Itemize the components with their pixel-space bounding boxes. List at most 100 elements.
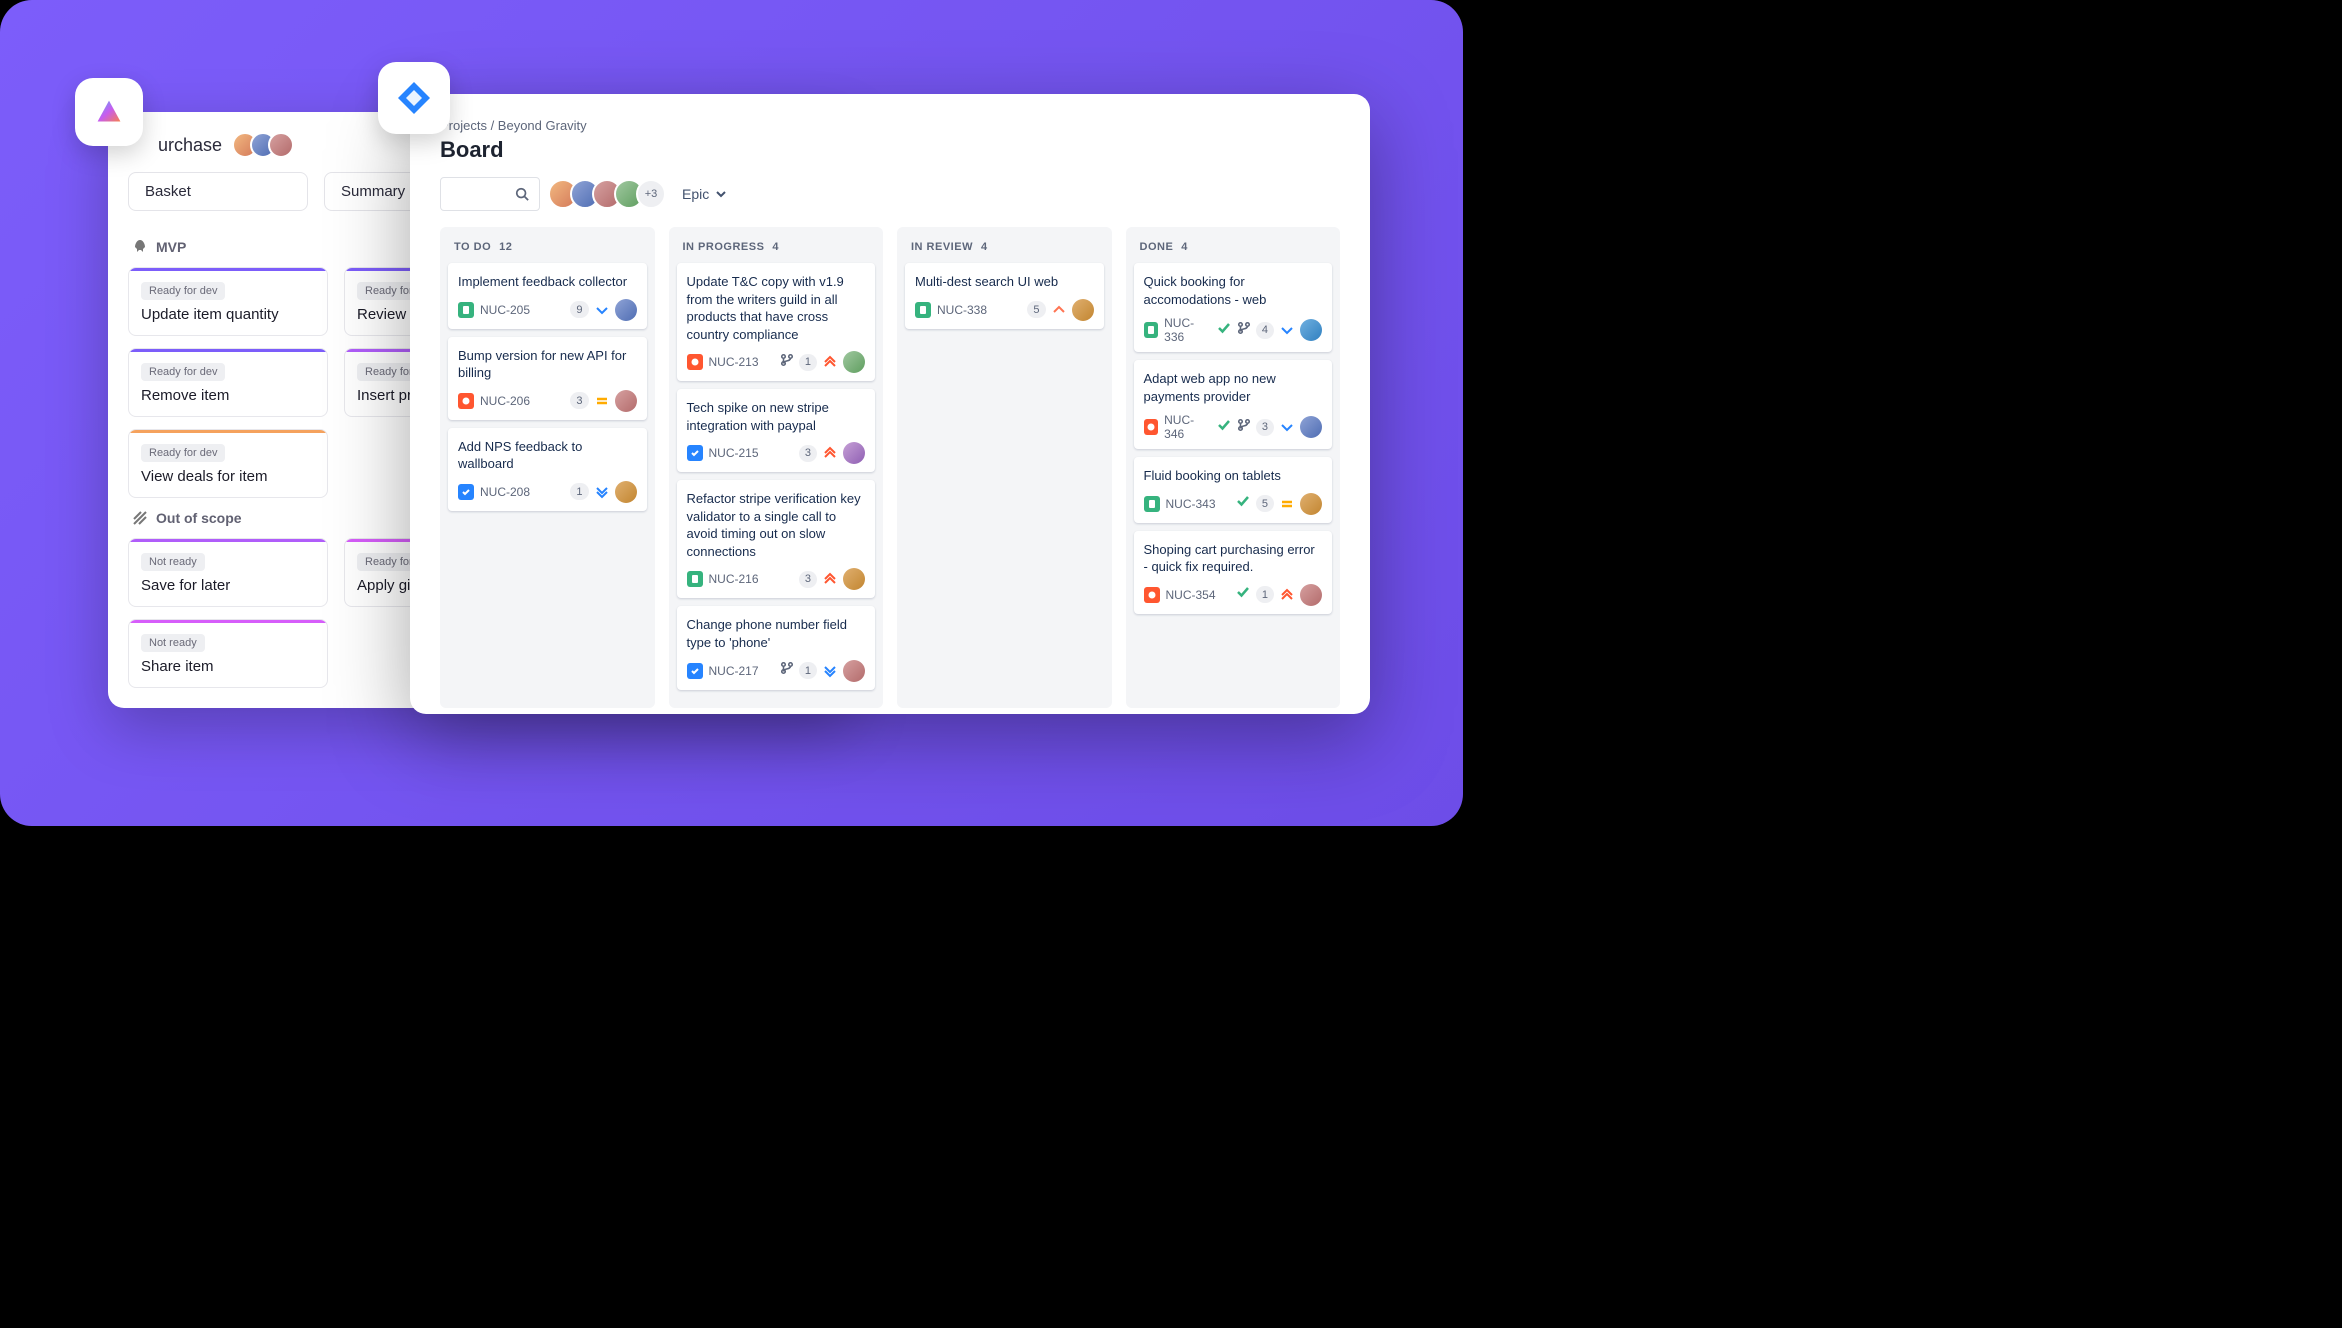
left-avatar-group [240, 132, 294, 158]
column-name: IN PROGRESS [683, 241, 765, 253]
issue-card[interactable]: Update T&C copy with v1.9 from the write… [677, 263, 876, 381]
issue-type-icon [687, 663, 703, 679]
issue-card[interactable]: Quick booking for accomodations - web NU… [1134, 263, 1333, 352]
estimate-badge: 1 [1256, 586, 1274, 603]
issue-key[interactable]: NUC-208 [480, 485, 530, 499]
priority-icon [1051, 302, 1067, 318]
issue-key[interactable]: NUC-354 [1166, 588, 1216, 602]
assignee-avatar[interactable] [1300, 416, 1322, 438]
feature-card[interactable]: Not ready Share item [128, 619, 328, 688]
assignee-avatar[interactable] [1072, 299, 1094, 321]
issue-card[interactable]: Multi-dest search UI web NUC-338 5 [905, 263, 1104, 329]
jira-logo [378, 62, 450, 134]
issue-card[interactable]: Fluid booking on tablets NUC-343 5 [1134, 457, 1333, 523]
estimate-badge: 9 [570, 301, 588, 318]
page-title: Board [440, 137, 1340, 163]
issue-title: Shoping cart purchasing error - quick fi… [1144, 541, 1323, 576]
issue-key[interactable]: NUC-338 [937, 303, 987, 317]
feature-card[interactable]: Ready for dev Update item quantity [128, 267, 328, 336]
issue-type-icon [1144, 419, 1159, 435]
estimate-badge: 3 [570, 392, 588, 409]
board-column: DONE 4 Quick booking for accomodations -… [1126, 227, 1341, 708]
issue-card[interactable]: Tech spike on new stripe integration wit… [677, 389, 876, 472]
section-name: MVP [156, 239, 186, 255]
column-header: IN REVIEW 4 [905, 237, 1104, 263]
issue-key[interactable]: NUC-213 [709, 355, 759, 369]
avatar[interactable] [268, 132, 294, 158]
card-title: Save for later [141, 577, 315, 594]
issue-card[interactable]: Add NPS feedback to wallboard NUC-208 1 [448, 428, 647, 511]
card-title: Share item [141, 658, 315, 675]
issue-card[interactable]: Implement feedback collector NUC-205 9 [448, 263, 647, 329]
search-icon [515, 187, 529, 201]
priority-icon [594, 302, 610, 318]
issue-key[interactable]: NUC-206 [480, 394, 530, 408]
issue-title: Update T&C copy with v1.9 from the write… [687, 273, 866, 343]
issue-key[interactable]: NUC-205 [480, 303, 530, 317]
issue-key[interactable]: NUC-336 [1164, 316, 1210, 344]
issue-card[interactable]: Adapt web app no new payments provider N… [1134, 360, 1333, 449]
issue-card[interactable]: Refactor stripe verification key validat… [677, 480, 876, 598]
column-header: TO DO 12 [448, 237, 647, 263]
more-avatars-button[interactable]: +3 [636, 179, 666, 209]
assignee-avatar[interactable] [615, 390, 637, 412]
issue-card[interactable]: Shoping cart purchasing error - quick fi… [1134, 531, 1333, 614]
issue-key[interactable]: NUC-343 [1166, 497, 1216, 511]
estimate-badge: 3 [799, 571, 817, 588]
branch-icon [780, 661, 794, 680]
assignee-avatar[interactable] [1300, 319, 1322, 341]
issue-key[interactable]: NUC-346 [1164, 413, 1210, 441]
priority-icon [1279, 322, 1295, 338]
status-tag: Not ready [141, 634, 205, 652]
assignee-avatar[interactable] [1300, 493, 1322, 515]
issue-type-icon [687, 354, 703, 370]
assignee-avatar[interactable] [843, 351, 865, 373]
card-title: Remove item [141, 387, 315, 404]
epic-dropdown[interactable]: Epic [682, 186, 727, 202]
issue-key[interactable]: NUC-215 [709, 446, 759, 460]
issue-type-icon [458, 302, 474, 318]
section-name: Out of scope [156, 510, 242, 526]
assignee-avatar[interactable] [843, 568, 865, 590]
priority-icon [594, 484, 610, 500]
done-check-icon [1235, 584, 1251, 605]
epic-label: Epic [682, 186, 709, 202]
feature-card[interactable]: Ready for dev View deals for item [128, 429, 328, 498]
done-check-icon [1216, 320, 1232, 341]
issue-card[interactable]: Bump version for new API for billing NUC… [448, 337, 647, 420]
board-column: TO DO 12 Implement feedback collector NU… [440, 227, 655, 708]
feature-card[interactable]: Ready for dev Remove item [128, 348, 328, 417]
done-check-icon [1235, 493, 1251, 514]
assignee-avatar[interactable] [615, 299, 637, 321]
estimate-badge: 5 [1256, 495, 1274, 512]
priority-icon [594, 393, 610, 409]
search-input[interactable] [440, 177, 540, 211]
card-title: Update item quantity [141, 306, 315, 323]
assignee-avatar[interactable] [843, 660, 865, 682]
estimate-badge: 5 [1027, 301, 1045, 318]
board-avatar-group: +3 [556, 179, 666, 209]
estimate-badge: 3 [799, 445, 817, 462]
estimate-badge: 4 [1256, 322, 1274, 339]
issue-title: Change phone number field type to 'phone… [687, 616, 866, 651]
issue-card[interactable]: Change phone number field type to 'phone… [677, 606, 876, 689]
filter-basket[interactable]: Basket [128, 172, 308, 211]
breadcrumb[interactable]: Projects / Beyond Gravity [440, 118, 1340, 133]
assignee-avatar[interactable] [843, 442, 865, 464]
estimate-badge: 1 [570, 483, 588, 500]
priority-icon [822, 663, 838, 679]
board-column: IN REVIEW 4 Multi-dest search UI web NUC… [897, 227, 1112, 708]
issue-key[interactable]: NUC-216 [709, 572, 759, 586]
issue-key[interactable]: NUC-217 [709, 664, 759, 678]
feature-card[interactable]: Not ready Save for later [128, 538, 328, 607]
status-tag: Ready for dev [141, 363, 225, 381]
priority-icon [1279, 419, 1295, 435]
issue-type-icon [687, 445, 703, 461]
issue-title: Implement feedback collector [458, 273, 637, 291]
card-title: View deals for item [141, 468, 315, 485]
column-name: DONE [1140, 241, 1174, 253]
priority-icon [822, 445, 838, 461]
assignee-avatar[interactable] [615, 481, 637, 503]
issue-title: Multi-dest search UI web [915, 273, 1094, 291]
assignee-avatar[interactable] [1300, 584, 1322, 606]
